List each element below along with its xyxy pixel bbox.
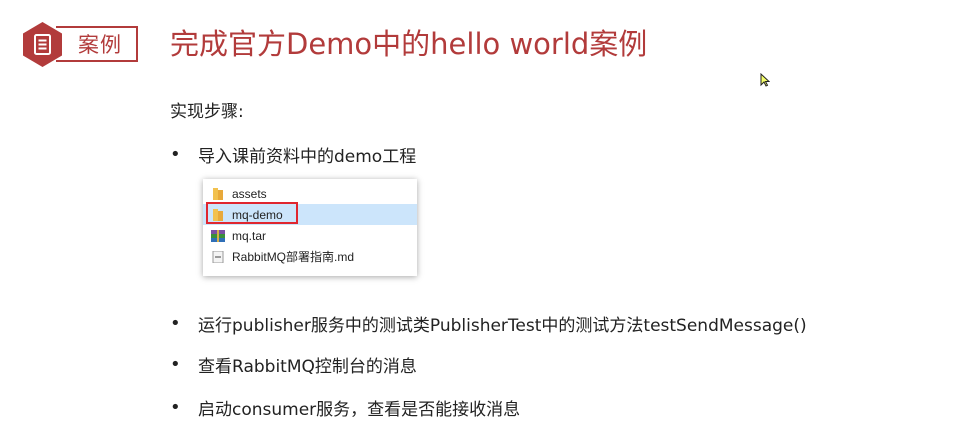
case-tag: 案例 <box>56 26 138 62</box>
list-item: • 查看RabbitMQ控制台的消息 <box>170 352 417 377</box>
slide-title: 完成官方Demo中的hello world案例 <box>170 27 648 61</box>
bullet-icon: • <box>170 313 181 334</box>
steps-label: 实现步骤: <box>170 102 244 122</box>
markdown-file-icon <box>212 250 224 263</box>
archive-icon <box>211 229 225 242</box>
bullet-icon: • <box>170 144 181 165</box>
file-row-assets[interactable]: assets <box>203 183 417 204</box>
highlight-rectangle <box>206 202 298 224</box>
list-item: • 运行publisher服务中的测试类PublisherTest中的测试方法t… <box>170 311 807 336</box>
case-tag-label: 案例 <box>78 33 122 57</box>
list-item-text: 查看RabbitMQ控制台的消息 <box>198 357 417 377</box>
file-row-mq-tar[interactable]: mq.tar <box>203 225 417 246</box>
list-item-text: 导入课前资料中的demo工程 <box>198 147 417 167</box>
bullet-icon: • <box>170 397 181 418</box>
file-explorer-snippet: assets mq-demo mq.tar RabbitMQ部署指南.md <box>203 179 417 276</box>
list-item: • 启动consumer服务，查看是否能接收消息 <box>170 395 520 420</box>
list-item-text: 运行publisher服务中的测试类PublisherTest中的测试方法tes… <box>198 316 807 336</box>
folder-icon <box>211 187 225 200</box>
list-item: • 导入课前资料中的demo工程 <box>170 142 416 167</box>
file-name: mq.tar <box>232 228 267 243</box>
list-item-text: 启动consumer服务，查看是否能接收消息 <box>198 400 521 420</box>
mouse-cursor-icon <box>760 73 770 87</box>
file-row-rabbitmq-guide[interactable]: RabbitMQ部署指南.md <box>203 246 417 267</box>
file-name: assets <box>232 186 267 201</box>
bullet-icon: • <box>170 354 181 375</box>
file-name: RabbitMQ部署指南.md <box>232 250 355 264</box>
